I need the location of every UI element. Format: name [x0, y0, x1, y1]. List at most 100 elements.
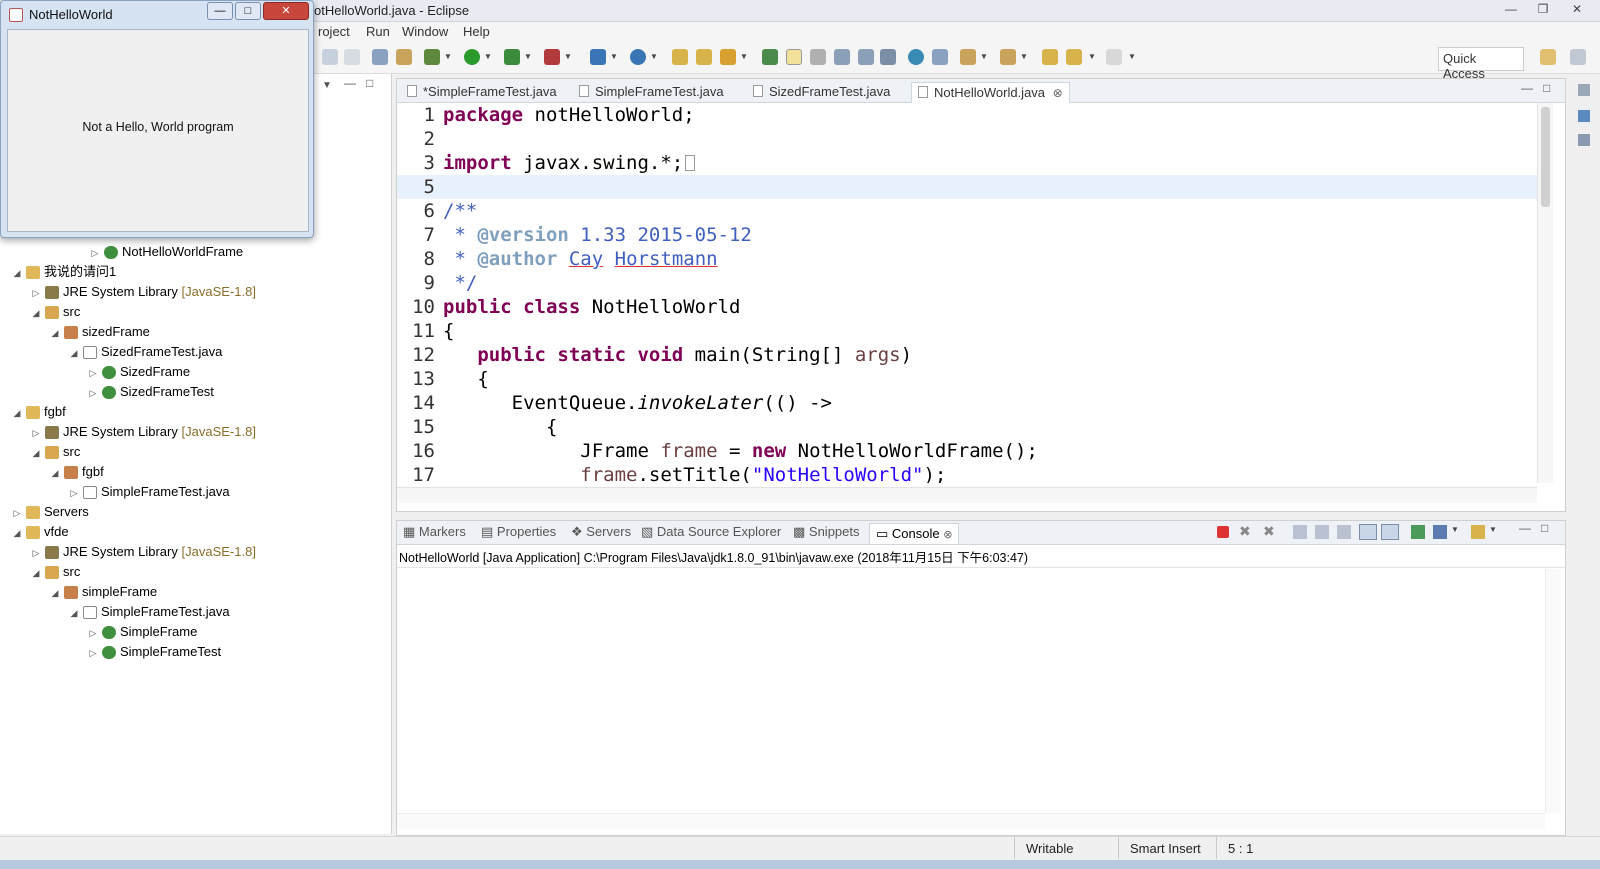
tree-item[interactable]: ▷ JRE System Library [JavaSE-1.8]: [29, 282, 256, 302]
show-on-stdout-icon[interactable]: [1359, 524, 1377, 540]
clear-console-icon[interactable]: [1293, 525, 1307, 539]
maximize-button[interactable]: ❐: [1528, 0, 1558, 18]
back-arrow-icon[interactable]: [1066, 49, 1082, 65]
code-area[interactable]: 1 package notHelloWorld; 2 3 import javax.…: [397, 103, 1537, 483]
forward-arrow-icon[interactable]: [1106, 49, 1122, 65]
globe-icon[interactable]: [908, 49, 924, 65]
tab-sizedframetest[interactable]: SizedFrameTest.java: [747, 82, 896, 103]
console-horizontal-scrollbar[interactable]: [397, 813, 1545, 829]
maximize-view-icon[interactable]: □: [1543, 81, 1550, 95]
chevron-down-icon[interactable]: ▼: [980, 52, 988, 61]
pilcrow-icon[interactable]: [880, 49, 896, 65]
tree-item[interactable]: ◢ src: [29, 562, 80, 582]
show-whitespace-icon[interactable]: [858, 49, 874, 65]
run-icon[interactable]: [464, 49, 480, 65]
tab-servers[interactable]: ❖ Servers: [571, 524, 631, 540]
tab-nothelloworld[interactable]: NotHelloWorld.java ⊗: [911, 82, 1070, 103]
chevron-down-icon[interactable]: ▼: [524, 52, 532, 61]
tree-item[interactable]: ◢ 我说的请问1: [10, 262, 116, 282]
maximize-view-icon[interactable]: □: [366, 76, 373, 90]
tree-item[interactable]: ▷ JRE System Library [JavaSE-1.8]: [29, 542, 256, 562]
console-vertical-scrollbar[interactable]: [1545, 569, 1561, 813]
editor-horizontal-scrollbar[interactable]: [397, 487, 1537, 503]
redo-icon[interactable]: [344, 49, 360, 65]
next-annotation-icon[interactable]: [396, 49, 412, 65]
toggle-breadcrumb-icon[interactable]: [762, 49, 778, 65]
close-button[interactable]: ✕: [263, 2, 309, 20]
coverage-icon[interactable]: [504, 49, 520, 65]
tab-console[interactable]: ▭ Console ⊗: [869, 523, 960, 544]
remove-all-launches-icon[interactable]: ✖: [1263, 523, 1275, 540]
tree-item[interactable]: ◢ src: [29, 302, 80, 322]
next-annotation-icon[interactable]: [960, 49, 976, 65]
close-tab-icon[interactable]: ⊗: [1053, 86, 1063, 100]
tab-simpleframetest[interactable]: SimpleFrameTest.java: [573, 82, 730, 103]
minimize-view-icon[interactable]: —: [344, 76, 356, 90]
chevron-down-icon[interactable]: ▼: [1489, 525, 1497, 534]
tab-markers[interactable]: ▦ Markers: [403, 524, 466, 540]
word-wrap-icon[interactable]: [1337, 525, 1351, 539]
word-wrap-icon[interactable]: [834, 49, 850, 65]
open-task-icon[interactable]: [696, 49, 712, 65]
chevron-down-icon[interactable]: ▼: [740, 52, 748, 61]
tree-item[interactable]: ▷ SimpleFrame: [86, 622, 197, 642]
maximize-view-icon[interactable]: □: [1541, 521, 1548, 535]
chevron-down-icon[interactable]: ▼: [610, 52, 618, 61]
scrollbar-thumb[interactable]: [1541, 107, 1550, 207]
tree-item[interactable]: ▷ Servers: [10, 502, 89, 522]
windows-taskbar[interactable]: [0, 860, 1600, 869]
chevron-down-icon[interactable]: ▼: [444, 52, 452, 61]
restore-icon[interactable]: [1578, 84, 1590, 96]
menu-run[interactable]: Run: [366, 24, 390, 39]
tree-item[interactable]: ◢ simpleFrame: [48, 582, 157, 602]
folded-imports-icon[interactable]: [685, 155, 696, 171]
tree-item[interactable]: ◢ vfde: [10, 522, 69, 542]
menu-window[interactable]: Window: [402, 24, 448, 39]
pin-editor-icon[interactable]: [932, 49, 948, 65]
tab-properties[interactable]: ▤ Properties: [481, 524, 556, 540]
undo-icon[interactable]: [322, 49, 338, 65]
chevron-down-icon[interactable]: ▼: [1088, 52, 1096, 61]
external-tools-icon[interactable]: [544, 49, 560, 65]
minimize-view-icon[interactable]: —: [1521, 81, 1533, 95]
new-java-project-icon[interactable]: [590, 49, 606, 65]
close-tab-icon[interactable]: ⊗: [943, 529, 952, 541]
tree-item[interactable]: ◢ SizedFrameTest.java: [67, 342, 222, 362]
menu-help[interactable]: Help: [463, 24, 490, 39]
new-class-icon[interactable]: [630, 49, 646, 65]
chevron-down-icon[interactable]: ▼: [484, 52, 492, 61]
chevron-down-icon[interactable]: ▼: [650, 52, 658, 61]
tree-item[interactable]: ▷ SizedFrame: [86, 362, 190, 382]
minimize-view-icon[interactable]: —: [1519, 521, 1531, 535]
chevron-down-icon[interactable]: ▼: [1128, 52, 1136, 61]
java-perspective-icon[interactable]: [1570, 49, 1586, 65]
remove-launch-icon[interactable]: ✖: [1239, 523, 1251, 540]
chevron-down-icon[interactable]: ▼: [1020, 52, 1028, 61]
minimize-button[interactable]: —: [1496, 0, 1526, 18]
tree-item[interactable]: ▷ SimpleFrameTest.java: [67, 482, 230, 502]
menu-project[interactable]: roject: [318, 24, 350, 39]
open-type-icon[interactable]: [672, 49, 688, 65]
last-edit-location-icon[interactable]: [1042, 49, 1058, 65]
show-on-stderr-icon[interactable]: [1381, 524, 1399, 540]
maximize-button[interactable]: □: [235, 2, 261, 20]
tree-item[interactable]: ◢ fgbf: [10, 402, 66, 422]
block-selection-icon[interactable]: [810, 49, 826, 65]
terminate-icon[interactable]: [1217, 526, 1229, 538]
mark-occurrences-icon[interactable]: [786, 49, 802, 65]
minimize-button[interactable]: —: [207, 2, 233, 20]
tab-data-source-explorer[interactable]: ▧ Data Source Explorer: [641, 524, 781, 540]
pin-console-icon[interactable]: [1411, 525, 1425, 539]
task-list-icon[interactable]: [1578, 134, 1590, 146]
tree-item[interactable]: ▷ SizedFrameTest: [86, 382, 214, 402]
display-console-icon[interactable]: [1433, 525, 1447, 539]
outline-icon[interactable]: [1578, 110, 1590, 122]
tree-item[interactable]: ▷ JRE System Library [JavaSE-1.8]: [29, 422, 256, 442]
chevron-down-icon[interactable]: ▼: [564, 52, 572, 61]
open-console-icon[interactable]: [1471, 525, 1485, 539]
chevron-down-icon[interactable]: ▼: [1451, 525, 1459, 534]
tree-item[interactable]: ◢ SimpleFrameTest.java: [67, 602, 230, 622]
tab-snippets[interactable]: ▩ Snippets: [793, 524, 860, 540]
tree-item[interactable]: ▷ SimpleFrameTest: [86, 642, 221, 662]
tree-item[interactable]: ▷ NotHelloWorldFrame: [88, 242, 243, 262]
